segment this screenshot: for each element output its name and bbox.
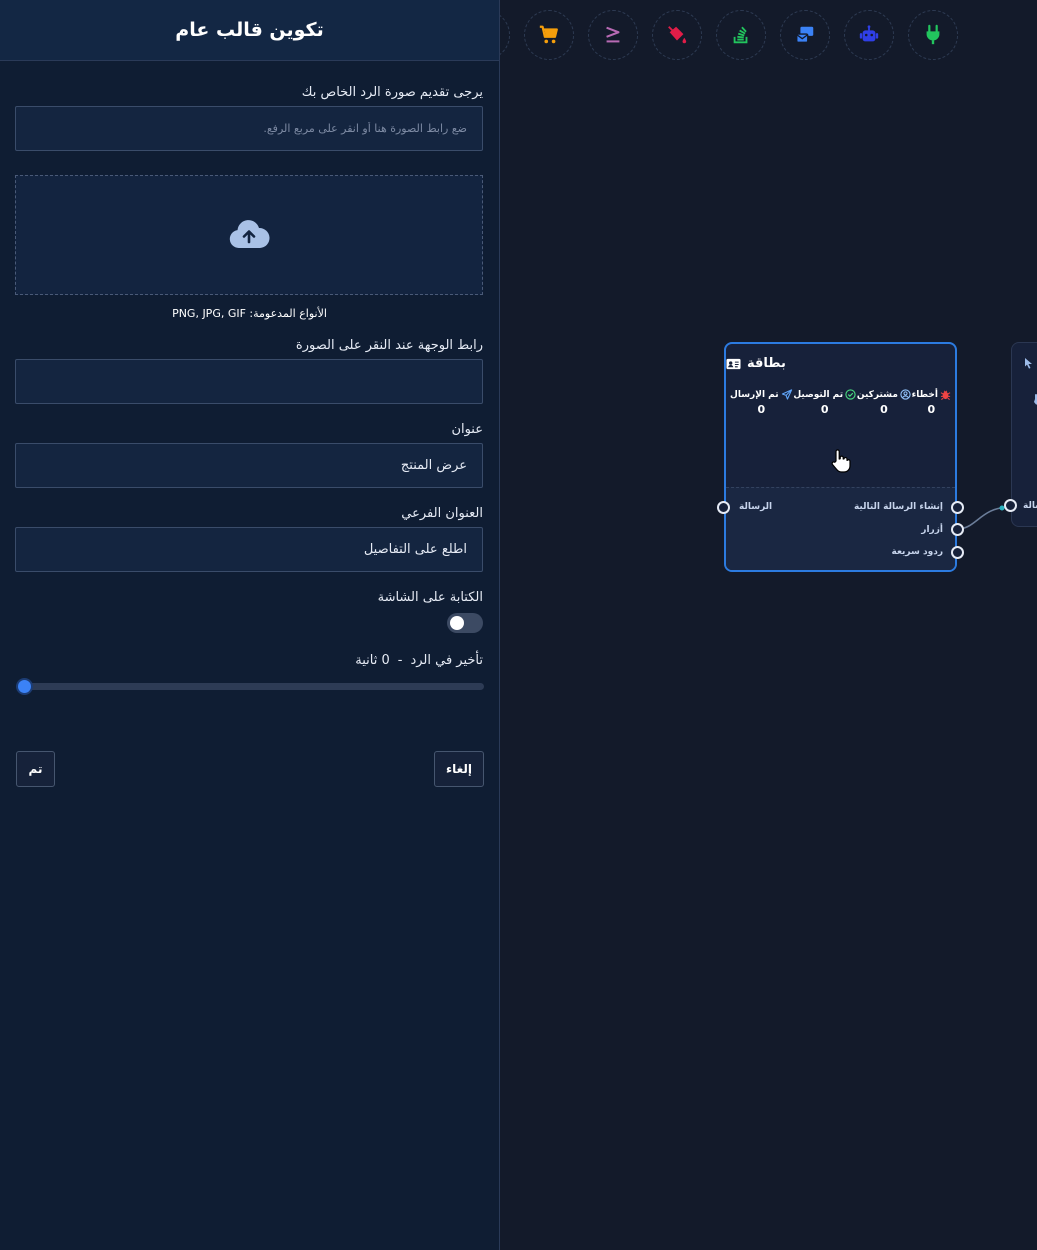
next-node[interactable]: سالة — [1004, 342, 1037, 527]
mail-bulk-icon — [796, 26, 814, 44]
image-prompt-label: يرجى تقديم صورة الرد الخاص بك — [301, 85, 483, 100]
stat-sent-label: تم الإرسال — [730, 389, 779, 400]
toolbar-robot-button[interactable] — [844, 10, 894, 60]
robot-icon — [859, 25, 879, 42]
bug-icon — [940, 390, 951, 400]
flow-canvas[interactable]: بطاقة أخطاء 0 مشتركين 0 تم التوصيل 0 تم … — [500, 0, 1037, 1250]
click-url-label: رابط الوجهة عند النقر على الصورة — [295, 338, 483, 353]
typing-label: الكتابة على الشاشة — [377, 590, 483, 605]
output-port-handle-quick-replies[interactable] — [951, 546, 964, 559]
stat-subscribers: مشتركين 0 — [857, 389, 911, 416]
stat-delivered: تم التوصيل 0 — [793, 389, 856, 416]
card-node-stats: أخطاء 0 مشتركين 0 تم التوصيل 0 تم الإرسا… — [726, 371, 955, 416]
hand-pointer-cursor-icon — [831, 449, 851, 473]
user-circle-icon — [900, 389, 911, 400]
supported-types-note: الأنواع المدعومة: PNG, JPG, GIF — [172, 307, 327, 320]
next-node-port-label: سالة — [1023, 501, 1037, 511]
pointer-icon — [1025, 358, 1032, 369]
delay-label: تأخير في الرد — [410, 653, 483, 668]
stat-subscribers-value: 0 — [880, 403, 888, 416]
typing-toggle-knob — [450, 616, 464, 630]
image-upload-dropzone[interactable] — [15, 175, 483, 295]
cloud-upload-icon — [229, 220, 270, 249]
toolbar-compare-button[interactable] — [588, 10, 638, 60]
greater-equal-icon — [606, 26, 620, 43]
delay-separator: - — [397, 653, 403, 668]
paint-bucket-icon — [668, 26, 687, 44]
plug-icon — [926, 24, 940, 45]
stat-delivered-value: 0 — [820, 403, 829, 416]
typing-toggle[interactable] — [447, 613, 483, 633]
done-button[interactable]: تم — [16, 751, 55, 787]
click-url-input[interactable] — [15, 359, 483, 404]
output-port-label-next-message: إنشاء الرسالة التالية — [853, 502, 943, 512]
output-port-handle-next-message[interactable] — [951, 501, 964, 514]
delay-slider-thumb[interactable] — [16, 678, 33, 695]
toolbar-mail-button[interactable] — [780, 10, 830, 60]
delay-slider-track[interactable] — [16, 683, 484, 690]
next-node-input-handle[interactable] — [1004, 499, 1017, 512]
toolbar-paint-button[interactable] — [652, 10, 702, 60]
input-port-label: الرسالة — [739, 502, 773, 512]
stat-errors-label: أخطاء — [911, 389, 938, 400]
stat-errors: أخطاء 0 — [912, 389, 951, 416]
delay-label-row: تأخير في الرد - 0 ثانية — [16, 653, 483, 668]
stat-subscribers-label: مشتركين — [856, 389, 898, 400]
hand-icon — [1034, 394, 1037, 405]
delay-value: 0 ثانية — [355, 653, 390, 668]
output-port-label-buttons: أزرار — [921, 525, 943, 535]
cart-icon — [539, 25, 558, 44]
card-node-title: بطاقة — [747, 356, 786, 371]
stat-delivered-label: تم التوصيل — [793, 389, 844, 400]
subtitle-label: العنوان الفرعي — [401, 506, 483, 521]
title-input[interactable] — [15, 443, 483, 488]
output-port-handle-buttons[interactable] — [951, 523, 964, 536]
image-url-input[interactable] — [15, 106, 483, 151]
stat-sent-value: 0 — [757, 403, 766, 416]
output-port-label-quick-replies: ردود سريعة — [891, 547, 943, 557]
toolbar-stack-button[interactable] — [716, 10, 766, 60]
cancel-button[interactable]: إلغاء — [434, 751, 484, 787]
toolbar-cart-button[interactable] — [524, 10, 574, 60]
paper-plane-icon — [781, 389, 792, 400]
title-label: عنوان — [451, 422, 483, 437]
panel-title: تكوين قالب عام — [175, 19, 324, 41]
card-node-header: بطاقة — [726, 344, 955, 371]
stat-errors-value: 0 — [927, 403, 936, 416]
card-node-ports: الرسالة إنشاء الرسالة التالية أزرار ردود… — [726, 487, 955, 570]
toolbar-plug-button[interactable] — [908, 10, 958, 60]
stat-sent: تم الإرسال 0 — [730, 389, 793, 416]
check-circle-icon — [845, 389, 856, 400]
subtitle-input[interactable] — [15, 527, 483, 572]
toolbar-button-partial[interactable] — [500, 10, 510, 60]
id-card-icon — [726, 358, 741, 369]
panel-header: تكوين قالب عام — [0, 0, 499, 61]
stack-overflow-icon — [733, 26, 748, 44]
input-port-handle[interactable] — [717, 501, 730, 514]
template-config-panel: تكوين قالب عام يرجى تقديم صورة الرد الخا… — [0, 0, 500, 1250]
